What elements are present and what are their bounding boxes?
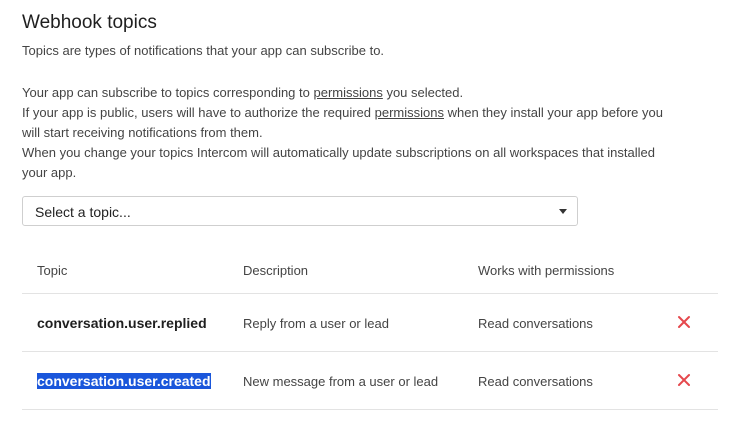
table-row: conversation.user.replied Reply from a u… (22, 294, 718, 352)
column-header-description: Description (243, 263, 309, 278)
info-line-2: If your app is public, users will have t… (22, 103, 722, 123)
topic-permissions: Read conversations (478, 316, 593, 331)
permissions-link[interactable]: permissions (313, 85, 382, 100)
topic-select-value: Select a topic... (35, 204, 131, 220)
permissions-link[interactable]: permissions (375, 105, 444, 120)
topic-description: New message from a user or lead (243, 374, 439, 389)
info-line-5: your app. (22, 165, 77, 180)
page-subtitle: Topics are types of notifications that y… (22, 43, 385, 58)
column-header-permissions: Works with permissions (478, 263, 615, 278)
topic-name-text: conversation.user.replied (37, 315, 207, 331)
page-title: Webhook topics (22, 12, 157, 33)
topic-name: conversation.user.replied (37, 315, 207, 331)
table-row: conversation.user.created New message fr… (22, 352, 718, 410)
topic-permissions: Read conversations (478, 374, 593, 389)
topic-select[interactable]: Select a topic... (22, 196, 578, 226)
info-line-1: Your app can subscribe to topics corresp… (22, 83, 722, 103)
topic-name: conversation.user.created (37, 373, 211, 389)
info-text: when they install your app before you (444, 105, 663, 120)
close-icon[interactable] (676, 314, 692, 330)
info-text: Your app can subscribe to topics corresp… (22, 85, 314, 100)
chevron-down-icon (559, 209, 567, 214)
topic-name-text-selected: conversation.user.created (37, 373, 211, 389)
column-header-topic: Topic (37, 263, 68, 278)
info-line-4: When you change your topics Intercom wil… (22, 145, 655, 160)
table-header: Topic Description Works with permissions (22, 250, 718, 294)
info-text: If your app is public, users will have t… (22, 105, 375, 120)
close-icon[interactable] (676, 372, 692, 388)
info-text: you selected. (382, 85, 464, 100)
info-paragraph: Your app can subscribe to topics corresp… (22, 83, 722, 183)
topic-description: Reply from a user or lead (243, 316, 389, 331)
info-line-3: will start receiving notifications from … (22, 125, 263, 140)
topics-table: Topic Description Works with permissions… (22, 250, 718, 410)
